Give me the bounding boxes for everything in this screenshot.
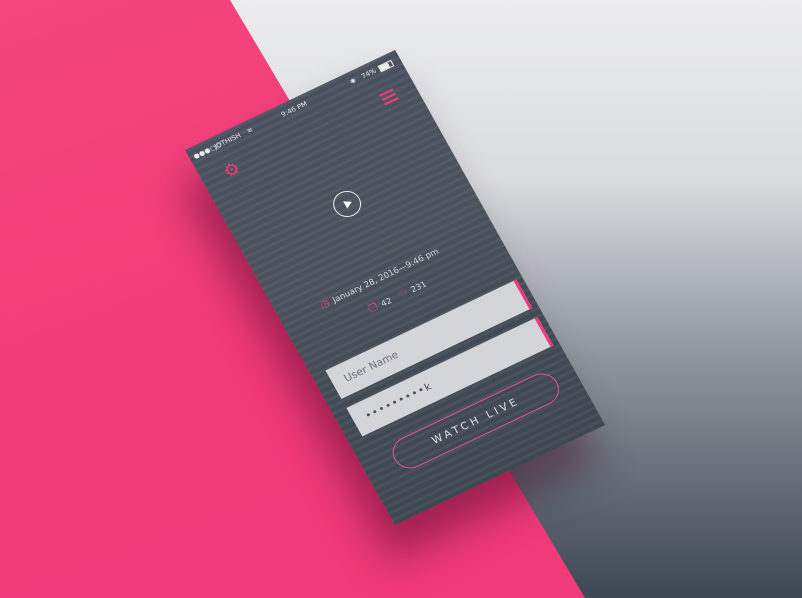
play-icon [342, 198, 354, 209]
